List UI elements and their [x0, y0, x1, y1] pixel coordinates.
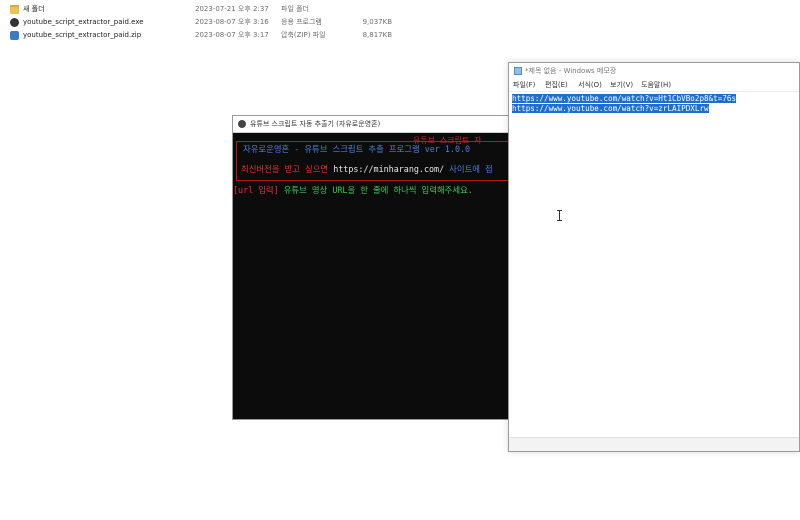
menu-view[interactable]: 보기(V) [610, 79, 633, 91]
text-line: https://www.youtube.com/watch?v=Ht1CbVBo… [512, 94, 737, 104]
zip-archive-icon [10, 31, 19, 40]
banner-program-name: 자유로운영혼 - 유튜브 스크립트 추출 프로그램 ver 1.0.0 [243, 144, 471, 154]
file-row-folder[interactable]: 새 폴더 2023-07-21 오후 2:37 파일 폴더 [0, 3, 420, 16]
file-type: 파일 폴더 [281, 5, 309, 13]
banner-update-url: https://minharang.com/ [333, 164, 445, 174]
notepad-menubar: 파일(F) 편집(E) 서식(O) 보기(V) 도움말(H) [509, 79, 799, 92]
notepad-statusbar [509, 437, 799, 451]
notepad-app-icon [514, 67, 522, 75]
folder-icon [10, 5, 19, 14]
file-date: 2023-08-07 오후 3:16 [195, 18, 269, 26]
menu-format[interactable]: 서식(O) [578, 79, 602, 91]
file-name: youtube_script_extractor_paid.zip [23, 31, 142, 39]
notepad-window[interactable]: *제목 없음 - Windows 메모장 파일(F) 편집(E) 서식(O) 보… [508, 62, 800, 452]
notepad-text-area[interactable]: https://www.youtube.com/watch?v=Ht1CbVBo… [509, 92, 799, 437]
selected-url: https://www.youtube.com/watch?v=Ht1CbVBo… [512, 94, 737, 103]
text-line: https://www.youtube.com/watch?v=zrLAIPDX… [512, 104, 709, 114]
file-size: 8,817KB [362, 31, 392, 39]
selected-url: https://www.youtube.com/watch?v=zrLAIPDX… [512, 104, 709, 113]
prompt-text: 유튜브 영상 URL을 한 줄에 하나씩 입력해주세요. [278, 185, 473, 195]
console-titlebar[interactable]: 유튜브 스크립트 자동 추출기 (자유로운영혼) [233, 116, 521, 133]
console-window[interactable]: 유튜브 스크립트 자동 추출기 (자유로운영혼) 유튜브 스크립트 자 자유로운… [232, 115, 522, 420]
application-icon [10, 18, 19, 27]
console-title: 유튜브 스크립트 자동 추출기 (자유로운영혼) [250, 120, 381, 128]
file-row-zip[interactable]: youtube_script_extractor_paid.zip 2023-0… [0, 29, 420, 42]
menu-help[interactable]: 도움말(H) [641, 79, 671, 91]
file-row-exe[interactable]: youtube_script_extractor_paid.exe 2023-0… [0, 16, 420, 29]
banner-update-text: 최신버전을 받고 싶으면 [241, 164, 334, 174]
file-type: 응용 프로그램 [281, 18, 322, 26]
banner-update-suffix: 사이트에 접 [444, 164, 493, 174]
file-name: 새 폴더 [23, 5, 45, 13]
text-cursor-icon [557, 210, 562, 221]
banner-update-notice: 최신버전을 받고 싶으면 https://minharang.com/ 사이트에… [241, 163, 493, 175]
file-name: youtube_script_extractor_paid.exe [23, 18, 144, 26]
file-type: 압축(ZIP) 파일 [281, 31, 326, 39]
console-output[interactable]: 유튜브 스크립트 자 자유로운영혼 - 유튜브 스크립트 추출 프로그램 ver… [233, 133, 521, 419]
notepad-titlebar[interactable]: *제목 없음 - Windows 메모장 [509, 63, 799, 79]
prompt-tag: [url 입력] [233, 185, 279, 195]
menu-edit[interactable]: 편집(E) [545, 79, 568, 91]
file-date: 2023-08-07 오후 3:17 [195, 31, 269, 39]
console-prompt: [url 입력] 유튜브 영상 URL을 한 줄에 하나씩 입력해주세요. [233, 184, 473, 196]
notepad-title: *제목 없음 - Windows 메모장 [525, 67, 617, 75]
file-date: 2023-07-21 오후 2:37 [195, 5, 269, 13]
console-app-icon [238, 120, 246, 128]
menu-file[interactable]: 파일(F) [513, 79, 535, 91]
file-size: 9,037KB [362, 18, 392, 26]
